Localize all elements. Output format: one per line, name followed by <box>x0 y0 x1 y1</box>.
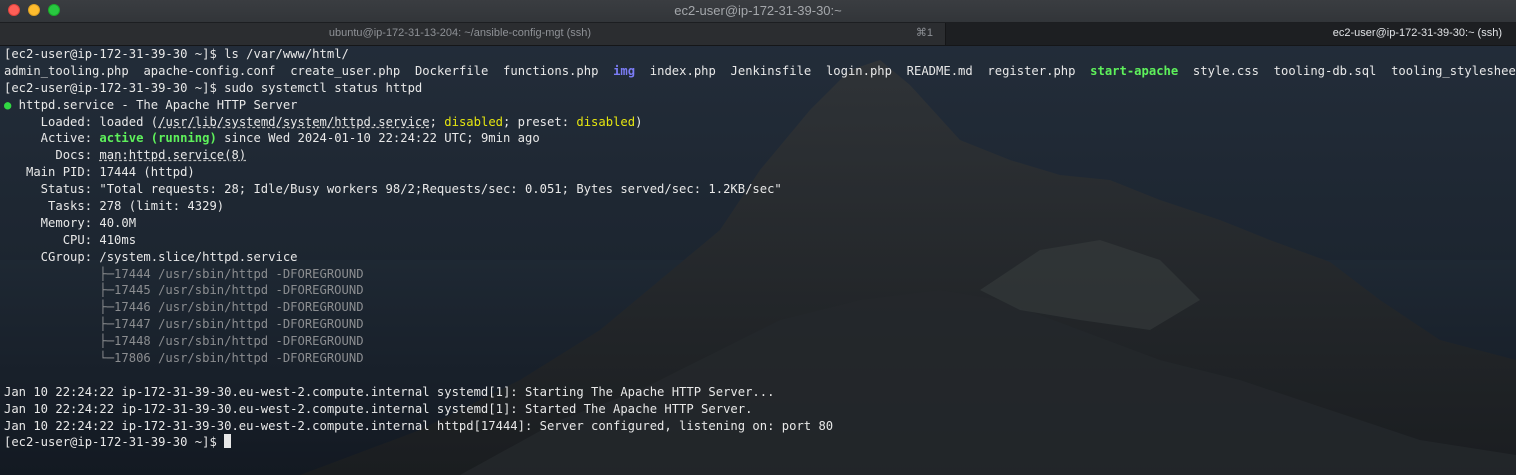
terminal-output[interactable]: [ec2-user@ip-172-31-39-30 ~]$ ls /var/ww… <box>0 46 1516 475</box>
field-text: ; preset: <box>503 114 577 129</box>
executable-name: start-apache <box>1090 63 1179 78</box>
docs-line: Docs: man:httpd.service(8) <box>4 147 1516 164</box>
field-text: ) <box>635 114 643 129</box>
command-line: [ec2-user@ip-172-31-39-30 ~]$ ls /var/ww… <box>4 46 1516 63</box>
tab-bar: ubuntu@ip-172-31-13-204: ~/ansible-confi… <box>0 23 1516 46</box>
terminal-window: ec2-user@ip-172-31-39-30:~ ubuntu@ip-172… <box>0 0 1516 475</box>
text-cursor <box>224 434 232 449</box>
file-name: index.php <box>649 63 716 78</box>
loaded-line: Loaded: loaded (/usr/lib/systemd/system/… <box>4 114 1516 131</box>
active-since: since Wed 2024-01-10 22:24:22 UTC; 9min … <box>216 131 540 146</box>
file-name: Jenkinsfile <box>730 63 812 78</box>
file-name: apache-config.conf <box>143 63 276 78</box>
file-name: register.php <box>987 63 1076 78</box>
process-entry: ├─17444 /usr/sbin/httpd -DFOREGROUND <box>4 266 364 281</box>
file-listing: admin_tooling.php apache-config.conf cre… <box>4 63 1516 80</box>
file-name: create_user.php <box>290 63 401 78</box>
file-name: style.css <box>1192 63 1259 78</box>
unit-title: httpd.service - The Apache HTTP Server <box>11 97 298 112</box>
file-name: Dockerfile <box>414 63 489 78</box>
process-entry: ├─17445 /usr/sbin/httpd -DFOREGROUND <box>4 283 364 298</box>
prompt: [ec2-user@ip-172-31-39-30 ~]$ <box>4 47 217 61</box>
journal-entry: Jan 10 22:24:22 ip-172-31-39-30.eu-west-… <box>4 384 775 399</box>
command-text: sudo systemctl status httpd <box>216 80 423 95</box>
preset-state: disabled <box>576 114 636 129</box>
field-label: Loaded: <box>4 114 93 129</box>
status-line: Status: "Total requests: 28; Idle/Busy w… <box>4 182 782 197</box>
field-label: Active: <box>4 131 93 146</box>
active-state: active (running) <box>92 131 217 146</box>
file-name: README.md <box>906 63 973 78</box>
file-name: admin_tooling.php <box>4 63 129 78</box>
tab-label: ubuntu@ip-172-31-13-204: ~/ansible-confi… <box>328 27 592 39</box>
file-name: tooling_stylesheets.css <box>1391 63 1516 78</box>
field-label: Docs: <box>4 148 93 163</box>
window-title: ec2-user@ip-172-31-39-30:~ <box>674 3 842 18</box>
prompt: [ec2-user@ip-172-31-39-30 ~]$ <box>4 435 217 450</box>
unit-header: ● httpd.service - The Apache HTTP Server <box>4 97 1516 114</box>
process-entry: ├─17447 /usr/sbin/httpd -DFOREGROUND <box>4 317 364 332</box>
tab-ubuntu-ansible[interactable]: ubuntu@ip-172-31-13-204: ~/ansible-confi… <box>0 23 946 45</box>
enabled-state: disabled <box>444 114 503 129</box>
unit-file-link[interactable]: /usr/lib/systemd/system/httpd.service <box>158 115 430 129</box>
active-line: Active: active (running) since Wed 2024-… <box>4 130 1516 147</box>
file-name: login.php <box>825 63 892 78</box>
process-entry: ├─17446 /usr/sbin/httpd -DFOREGROUND <box>4 300 364 315</box>
cpu-line: CPU: 410ms <box>4 232 137 247</box>
memory-line: Memory: 40.0M <box>4 215 137 230</box>
main-pid-line: Main PID: 17444 (httpd) <box>4 165 195 180</box>
prompt: [ec2-user@ip-172-31-39-30 ~]$ <box>4 80 217 95</box>
title-bar: ec2-user@ip-172-31-39-30:~ <box>0 0 1516 23</box>
tab-label: ec2-user@ip-172-31-39-30:~ (ssh) <box>1332 27 1502 39</box>
process-entry: └─17806 /usr/sbin/httpd -DFOREGROUND <box>4 351 364 366</box>
tab-ec2-user[interactable]: ec2-user@ip-172-31-39-30:~ (ssh) <box>946 23 1516 45</box>
docs-link[interactable]: man:httpd.service(8) <box>99 148 246 162</box>
file-name: functions.php <box>503 63 599 78</box>
process-entry: ├─17448 /usr/sbin/httpd -DFOREGROUND <box>4 334 364 349</box>
field-text: loaded ( <box>92 114 159 129</box>
field-text: ; <box>429 114 445 129</box>
command-line: [ec2-user@ip-172-31-39-30 ~]$ sudo syste… <box>4 80 1516 97</box>
command-text: ls /var/www/html/ <box>216 47 349 61</box>
journal-entry: Jan 10 22:24:22 ip-172-31-39-30.eu-west-… <box>4 418 834 433</box>
file-name: tooling-db.sql <box>1273 63 1377 78</box>
tab-shortcut: ⌘1 <box>915 27 933 39</box>
journal-entry: Jan 10 22:24:22 ip-172-31-39-30.eu-west-… <box>4 401 753 416</box>
directory-name: img <box>613 63 636 78</box>
command-line[interactable]: [ec2-user@ip-172-31-39-30 ~]$ <box>4 434 1516 451</box>
tasks-line: Tasks: 278 (limit: 4329) <box>4 199 225 214</box>
cgroup-line: CGroup: /system.slice/httpd.service <box>4 249 298 264</box>
